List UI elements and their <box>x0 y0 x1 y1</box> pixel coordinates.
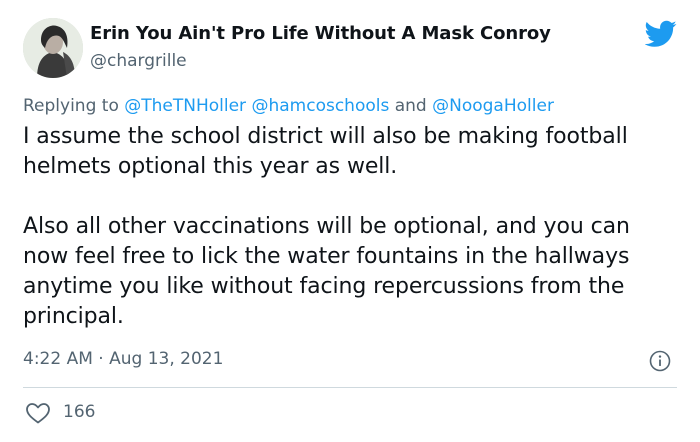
tweet-card: Erin You Ain't Pro Life Without A Mask C… <box>0 0 700 442</box>
mention-link[interactable]: @hamcoschools <box>251 96 389 116</box>
mention-link[interactable]: @TheTNHoller <box>124 96 246 116</box>
reply-prefix: Replying to <box>23 96 119 116</box>
tweet-text: I assume the school district will also b… <box>23 122 673 332</box>
tweet-time[interactable]: 4:22 AM <box>23 349 93 369</box>
tweet-timestamp[interactable]: 4:22 AM · Aug 13, 2021 <box>23 349 223 369</box>
divider <box>23 387 677 388</box>
meta-separator: · <box>98 349 104 369</box>
twitter-bird-icon[interactable] <box>645 20 677 48</box>
display-name[interactable]: Erin You Ain't Pro Life Without A Mask C… <box>90 23 551 44</box>
reply-context: Replying to @TheTNHoller @hamcoschools a… <box>23 96 554 116</box>
avatar[interactable] <box>23 18 83 78</box>
tweet-paragraph: Also all other vaccinations will be opti… <box>23 214 630 329</box>
heart-icon[interactable] <box>25 402 51 424</box>
tweet-date[interactable]: Aug 13, 2021 <box>109 349 223 369</box>
tweet-paragraph: I assume the school district will also b… <box>23 124 628 179</box>
like-count: 166 <box>63 402 96 422</box>
mention-link[interactable]: @NoogaHoller <box>432 96 554 116</box>
info-icon[interactable] <box>649 350 671 372</box>
reply-conjunction: and <box>394 96 427 116</box>
user-handle[interactable]: @chargrille <box>90 51 187 71</box>
